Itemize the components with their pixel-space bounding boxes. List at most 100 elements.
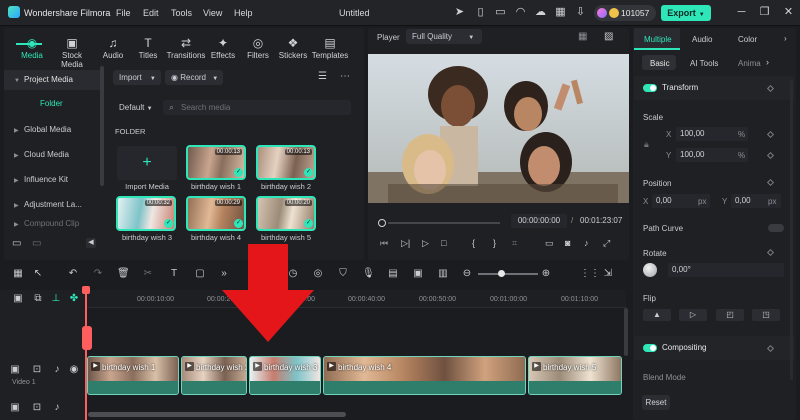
cloud-upload-icon[interactable]: ☁ [534,6,547,19]
timeline-clip[interactable]: ▶ birthday wish 3 [249,356,321,395]
select-tool-icon[interactable]: ↖ [32,268,44,280]
credits-badge[interactable]: 101057 [594,5,656,21]
undo-icon[interactable]: ↶ [67,268,79,280]
sidebar-item-global-media[interactable]: ▶ Global Media [4,120,100,140]
sidebar-item-project-media[interactable]: ▼ Project Media [4,70,100,90]
subtab-ai-tools[interactable]: AI Tools [690,59,718,68]
shield-icon[interactable]: ⛉ [337,268,349,280]
rotate-left-button[interactable]: ◰ [716,309,744,321]
headset-icon[interactable]: ◠ [514,6,527,19]
folder-icon[interactable]: ▭ [32,238,42,249]
timeline-horizontal-scrollbar[interactable] [88,412,346,417]
import-media-tile[interactable]: + [117,146,177,180]
menu-edit[interactable]: Edit [143,8,159,18]
zoom-slider-handle[interactable] [498,270,505,277]
download-icon[interactable]: ⇩ [574,6,587,19]
flip-horizontal-button[interactable]: ▲ [643,309,671,321]
mute-track-icon[interactable]: ♪ [51,364,63,376]
display-icon[interactable]: ▭ [545,238,554,249]
scrub-handle[interactable] [378,219,386,227]
subtab-animation[interactable]: Anima [738,59,761,68]
rotate-input[interactable]: 0,00° [668,263,784,277]
sidebar-item-folder[interactable]: Folder [4,94,100,114]
text-icon[interactable]: T [168,268,180,280]
tab-titles[interactable]: T Titles [128,36,168,60]
reset-button[interactable]: Reset [642,395,670,410]
sort-dropdown[interactable]: Default ▼ [119,103,153,112]
inspector-scrollbar[interactable] [790,80,793,380]
quality-dropdown[interactable]: Full Quality ▼ [406,29,482,44]
layout-grid-icon[interactable]: ▦ [12,268,24,280]
transform-toggle[interactable] [643,84,657,92]
marker-icon[interactable]: ⌗ [512,238,517,249]
zoom-out-icon[interactable]: ⊖ [461,268,473,280]
split-icon[interactable]: ✂ [142,268,154,280]
more-options-icon[interactable]: ⋯ [340,71,352,83]
bookmark-icon[interactable]: ▯ [474,6,487,19]
grid-view-icon[interactable]: ▦ [578,31,587,42]
camera-icon[interactable]: ◙ [565,238,570,248]
media-item-birthday-wish-2[interactable]: 00:00:13 ✓ [256,145,316,180]
previous-frame-icon[interactable]: ⏮ [380,238,388,249]
redo-icon[interactable]: ↷ [92,268,104,280]
current-time[interactable]: 00:00:00:00 [511,214,567,228]
sidebar-scrollbar[interactable] [100,66,104,186]
link-icon[interactable]: ⧉ [32,293,44,305]
rotate-right-button[interactable]: ◳ [752,309,780,321]
play-icon[interactable]: ▷ [422,238,429,249]
restore-icon[interactable]: ❐ [758,6,771,19]
import-button[interactable]: Import ▼ [113,70,161,85]
menu-file[interactable]: File [116,8,131,18]
sidebar-item-compound-clip[interactable]: ▶ Compound Clip [4,219,100,229]
ai-audio-icon[interactable]: ▤ [387,268,399,280]
scrub-track[interactable] [388,222,500,224]
timeline-clip[interactable]: ▶ birthday wish 1 [87,356,179,395]
grid-icon[interactable]: ▦ [554,6,567,19]
timeline-clip[interactable]: ▶ birthday wish 4 [323,356,526,395]
playhead[interactable] [85,290,87,420]
menu-help[interactable]: Help [234,8,253,18]
lock-icon[interactable]: 🔒︎ [644,139,649,150]
send-icon[interactable]: ➤ [453,6,466,19]
stop-icon[interactable]: □ [441,238,446,248]
record-button[interactable]: ◉ Record ▼ [165,70,223,85]
tab-media[interactable]: ◉Media [12,36,52,60]
close-icon[interactable]: ✕ [782,6,795,19]
new-folder-icon[interactable]: ▭ [12,238,22,249]
tab-templates[interactable]: ▤ Templates [310,36,350,60]
media-item-birthday-wish-5[interactable]: 00:00:20 ✓ [256,196,316,231]
image-icon[interactable]: ▣ [412,268,424,280]
ripple-icon[interactable]: ✤ [68,293,80,305]
menu-tools[interactable]: Tools [171,8,192,18]
sidebar-item-influence-kit[interactable]: ▶ Influence Kit [4,170,100,190]
microphone-icon[interactable]: 🎙︎ [362,268,375,280]
mark-in-icon[interactable]: { [472,238,475,248]
chevron-right-icon[interactable]: › [766,57,769,67]
search-input[interactable]: Search media [163,100,351,115]
playhead-handle[interactable] [82,326,92,350]
sidebar-item-adjustment-layer[interactable]: ▶ Adjustment La... [4,195,100,215]
video-preview[interactable] [368,54,629,203]
fullscreen-icon[interactable]: ⤢ [603,238,610,249]
export-button[interactable]: Export ▼ [661,5,711,21]
step-back-icon[interactable]: ▷| [401,238,410,249]
collapse-icon[interactable]: ⇲ [602,268,614,280]
tab-transitions[interactable]: ⇄ Transitions [166,36,206,60]
tab-stock-media[interactable]: ▣ Stock Media [52,36,92,69]
media-item-birthday-wish-1[interactable]: 00:00:13 ✓ [186,145,246,180]
timeline-clip[interactable]: ▶ birthday wish 5 [528,356,622,395]
sidebar-item-cloud-media[interactable]: ▶ Cloud Media [4,145,100,165]
flip-vertical-button[interactable]: ▷ [679,309,707,321]
minimize-icon[interactable]: ─ [735,6,748,19]
lock-track-icon[interactable]: ⊡ [31,402,43,414]
tab-stickers[interactable]: ❖ Stickers [273,36,313,60]
tab-audio-inspector[interactable]: Audio [692,35,712,44]
lock-track-icon[interactable]: ⊡ [31,364,43,376]
add-track-icon[interactable]: ▣ [12,293,24,305]
tab-audio[interactable]: ♫ Audio [93,36,133,60]
filter-icon[interactable]: ☰ [318,71,330,83]
zoom-slider[interactable] [478,273,538,275]
path-curve-toggle[interactable] [768,224,784,232]
tab-filters[interactable]: ◎ Filters [238,36,278,60]
media-item-birthday-wish-3[interactable]: 00:00:32 ✓ [116,196,176,231]
